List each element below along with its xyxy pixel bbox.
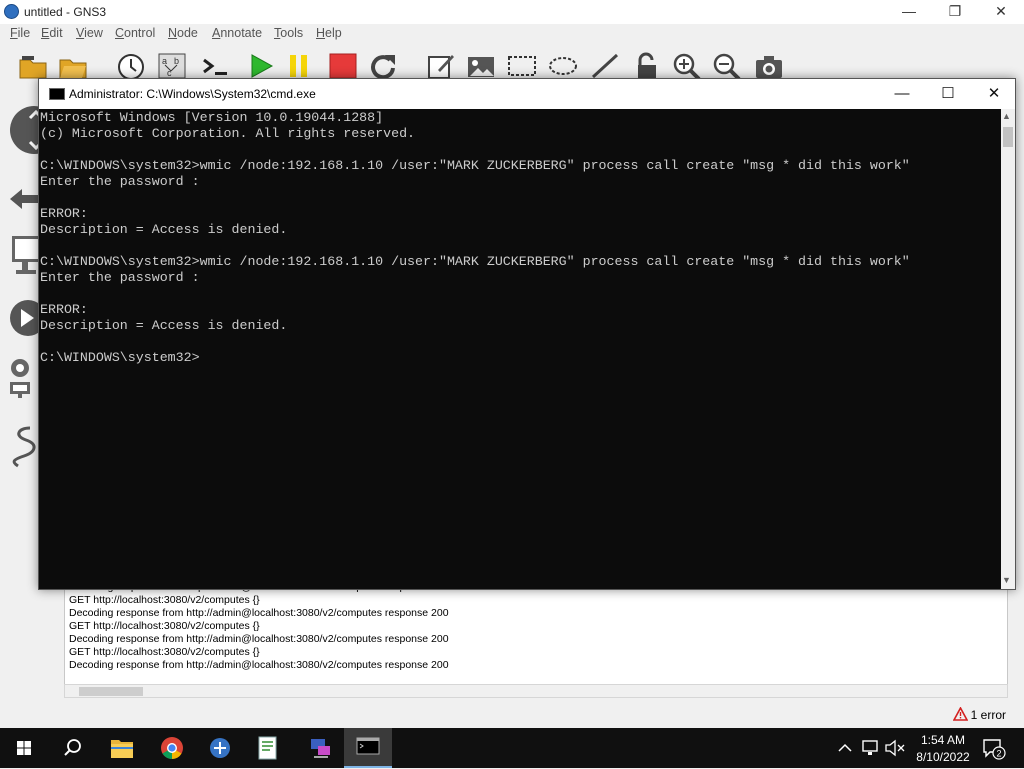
window-title: untitled - GNS3 [24, 5, 107, 19]
notification-count: 2 [996, 749, 1001, 759]
console-horizontal-scrollbar[interactable] [64, 684, 1008, 698]
menu-annotate[interactable]: Annotate [212, 26, 262, 40]
cmd-output-line: C:\WINDOWS\system32>wmic /node:192.168.1… [40, 254, 910, 269]
cmd-close-button[interactable]: ✕ [971, 79, 1017, 109]
search-icon[interactable] [48, 728, 96, 768]
open-project-icon[interactable] [58, 52, 88, 80]
cmd-output-line: Description = Access is denied. [40, 318, 288, 333]
add-link-icon[interactable] [8, 424, 40, 468]
notification-center-icon[interactable]: 2 [982, 738, 1006, 760]
cmd-output-line: (c) Microsoft Corporation. All rights re… [40, 126, 416, 141]
cmd-scroll-thumb[interactable] [1003, 127, 1013, 147]
start-all-icon[interactable] [246, 52, 276, 80]
file-explorer-icon[interactable] [98, 728, 146, 768]
screenshot-icon[interactable] [754, 52, 784, 80]
cmd-maximize-button[interactable]: ☐ [925, 79, 971, 109]
clock-date[interactable]: 8/10/2022 [908, 750, 978, 764]
menubar: File Edit View Control Node Annotate Too… [0, 24, 1024, 42]
svg-text:a: a [162, 56, 167, 66]
cmd-window: Administrator: C:\Windows\System32\cmd.e… [38, 78, 1016, 590]
cmd-console-output[interactable]: Microsoft Windows [Version 10.0.19044.12… [39, 109, 1001, 589]
menu-node[interactable]: Node [168, 26, 198, 40]
menu-view[interactable]: View [76, 26, 103, 40]
routers-icon[interactable] [8, 106, 40, 154]
console-log-line: Decoding response from http://admin@loca… [69, 659, 449, 671]
statusbar: 1 error [0, 702, 1024, 728]
cmd-output-line: C:\WINDOWS\system32> [40, 350, 200, 365]
cmd-output-line: Enter the password : [40, 270, 200, 285]
zoom-out-icon[interactable] [712, 52, 742, 80]
snapshot-clock-icon[interactable] [116, 52, 146, 80]
svg-text:b: b [174, 56, 179, 66]
end-devices-icon[interactable] [8, 234, 40, 278]
reload-all-icon[interactable] [368, 52, 398, 80]
console-log-line: Decoding response from http://admin@loca… [69, 607, 449, 619]
close-button[interactable]: ✕ [978, 0, 1024, 24]
restore-button[interactable]: ❐ [932, 0, 978, 24]
security-devices-icon[interactable] [8, 298, 40, 338]
menu-help[interactable]: Help [316, 26, 342, 40]
menu-file[interactable]: File [10, 26, 30, 40]
chrome-icon[interactable] [148, 728, 196, 768]
gns3-titlebar: untitled - GNS3 — ❐ ✕ [0, 0, 1024, 24]
cmd-output-line: Description = Access is denied. [40, 222, 288, 237]
show-interface-labels-icon[interactable]: a bc [157, 52, 187, 80]
cmd-output-line: ERROR: [40, 206, 88, 221]
cmd-icon [49, 88, 65, 100]
cmd-icon [356, 737, 380, 755]
cmd-output-line: Microsoft Windows [Version 10.0.19044.12… [40, 110, 384, 125]
error-indicator[interactable]: 1 error [952, 707, 1006, 722]
notepad-icon[interactable] [244, 728, 292, 768]
volume-muted-icon[interactable] [884, 739, 906, 757]
cmd-output-line: Enter the password : [40, 174, 200, 189]
network-app-icon[interactable] [296, 728, 344, 768]
cmd-titlebar: Administrator: C:\Windows\System32\cmd.e… [39, 79, 1015, 109]
draw-rectangle-icon[interactable] [507, 52, 537, 80]
menu-control[interactable]: Control [115, 26, 155, 40]
console-log-line: GET http://localhost:3080/v2/computes {} [69, 646, 260, 658]
cmd-output-line: ERROR: [40, 302, 88, 317]
error-count-label: 1 error [970, 708, 1006, 722]
gns3-icon[interactable] [196, 728, 244, 768]
zoom-in-icon[interactable] [672, 52, 702, 80]
chevron-up-icon[interactable] [836, 740, 854, 756]
menu-edit[interactable]: Edit [41, 26, 63, 40]
suspend-all-icon[interactable] [284, 52, 314, 80]
add-note-icon[interactable] [426, 52, 456, 80]
draw-line-icon[interactable] [590, 52, 620, 80]
console-log-line: GET http://localhost:3080/v2/computes {} [69, 620, 260, 632]
gns3-app-icon [4, 4, 19, 19]
scroll-up-arrow-icon[interactable]: ▲ [1002, 111, 1011, 121]
menu-tools[interactable]: Tools [274, 26, 303, 40]
console-scroll-thumb[interactable] [79, 687, 143, 696]
device-sidebar [0, 88, 40, 688]
scroll-down-arrow-icon[interactable]: ▼ [1002, 575, 1011, 585]
all-devices-icon[interactable] [8, 356, 40, 400]
cmd-title: Administrator: C:\Windows\System32\cmd.e… [69, 87, 316, 101]
console-log-line: GET http://localhost:3080/v2/computes {} [69, 594, 260, 606]
console-log-line: Decoding response from http://admin@loca… [69, 633, 449, 645]
insert-picture-icon[interactable] [466, 52, 496, 80]
clock-time[interactable]: 1:54 AM [918, 733, 968, 747]
stop-all-icon[interactable] [328, 52, 358, 80]
cmd-taskbar-button[interactable] [344, 728, 392, 768]
network-status-icon[interactable] [860, 739, 882, 757]
cmd-minimize-button[interactable]: — [879, 79, 925, 109]
lock-icon[interactable] [632, 52, 662, 80]
switches-icon[interactable] [8, 184, 40, 214]
taskbar: 1:54 AM 8/10/2022 2 [0, 728, 1024, 768]
start-icon[interactable] [0, 728, 48, 768]
console-log-panel: Decoding response from http://admin@loca… [64, 585, 1008, 685]
minimize-button[interactable]: — [886, 0, 932, 24]
draw-ellipse-icon[interactable] [548, 52, 578, 80]
new-project-icon[interactable] [18, 52, 48, 80]
warning-icon [952, 707, 968, 721]
cmd-output-line: C:\WINDOWS\system32>wmic /node:192.168.1… [40, 158, 910, 173]
console-all-icon[interactable] [200, 52, 230, 80]
cmd-vertical-scrollbar[interactable]: ▲ ▼ [1001, 109, 1015, 589]
